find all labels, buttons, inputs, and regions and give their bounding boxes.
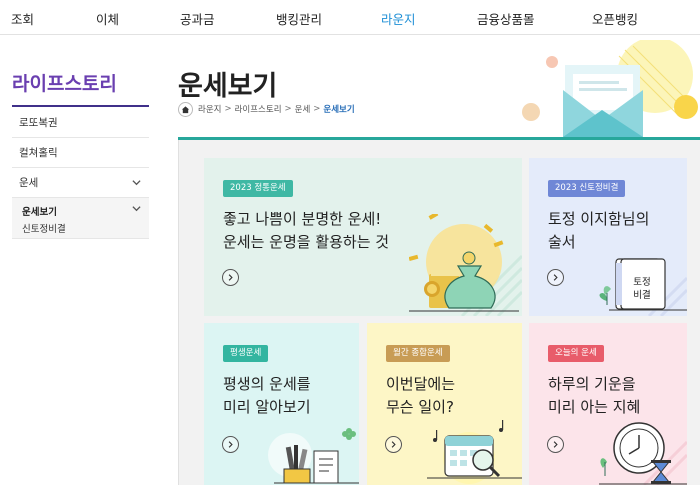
nav-banking-management[interactable]: 뱅킹관리 xyxy=(276,9,322,28)
chevron-right-icon[interactable] xyxy=(222,436,239,453)
chevron-down-icon xyxy=(132,168,141,200)
card-description: 토정 이지함님의 술서 xyxy=(548,210,650,251)
breadcrumb-item[interactable]: 라운지 xyxy=(198,103,221,115)
card-description: 평생의 운세를 미리 알아보기 xyxy=(223,375,311,416)
breadcrumb: 라운지 > 라이프스토리 > 운세 > 운세보기 xyxy=(178,101,355,117)
home-icon[interactable] xyxy=(178,101,193,117)
card-today-fortune[interactable]: 오늘의 운세 하루의 기운을 미리 아는 지혜 xyxy=(529,323,687,485)
card-badge: 평생운세 xyxy=(223,345,269,362)
card-badge: 2023 신토정비결 xyxy=(548,180,626,197)
breadcrumb-separator: > xyxy=(284,104,292,114)
card-new-tojeong[interactable]: 2023 신토정비결 토정 이지함님의 술서 토정 비결 xyxy=(529,158,687,316)
clock-icon xyxy=(599,422,687,485)
envelope-illustration xyxy=(522,40,698,137)
sidebar-title-divider xyxy=(12,105,149,107)
chevron-right-icon[interactable] xyxy=(385,436,402,453)
fortune-card-panel: 2023 정통운세 좋고 나쁨이 분명한 운세! 운세는 운명을 활용하는 것 … xyxy=(178,140,700,485)
sidebar-title: 라이프스토리 xyxy=(12,73,117,95)
chevron-right-icon[interactable] xyxy=(547,436,564,453)
card-description: 하루의 기운을 미리 아는 지혜 xyxy=(548,375,641,416)
card-description: 이번달에는 무슨 일이? xyxy=(386,375,456,416)
card-badge: 월간 종합운세 xyxy=(386,345,450,362)
pencil-cup-icon xyxy=(268,428,359,484)
sidebar-subitem-fortune-view[interactable]: 운세보기 xyxy=(22,204,57,218)
card-badge: 오늘의 운세 xyxy=(548,345,604,362)
nav-utility-bills[interactable]: 공과금 xyxy=(180,9,215,28)
card-badge: 2023 정통운세 xyxy=(223,180,293,197)
sidebar-item-lotto[interactable]: 로또복권 xyxy=(12,108,149,138)
sidebar-submenu: 운세보기 신토정비결 xyxy=(12,198,149,239)
chevron-right-icon[interactable] xyxy=(547,269,564,286)
calendar-icon xyxy=(427,420,522,484)
breadcrumb-current: 운세보기 xyxy=(323,105,355,115)
chevron-right-icon[interactable] xyxy=(222,269,239,286)
sidebar-subitem-new-tojeong[interactable]: 신토정비결 xyxy=(22,221,66,235)
card-description: 좋고 나쁨이 분명한 운세! 운세는 운명을 활용하는 것 xyxy=(223,210,390,251)
breadcrumb-separator: > xyxy=(224,104,232,114)
sidebar-item-culture[interactable]: 컬쳐홀릭 xyxy=(12,138,149,168)
chevron-down-icon xyxy=(132,198,141,217)
sidebar-item-label: 컬쳐홀릭 xyxy=(19,147,58,159)
nav-inquiry[interactable]: 조회 xyxy=(11,9,34,28)
breadcrumb-item[interactable]: 라이프스토리 xyxy=(235,103,282,115)
nav-financial-products[interactable]: 금융상품몰 xyxy=(477,9,535,28)
sidebar-item-label: 로또복권 xyxy=(19,117,58,129)
top-navigation: 조회 이체 공과금 뱅킹관리 라운지 금융상품몰 오픈뱅킹 xyxy=(0,0,700,35)
card-traditional-fortune[interactable]: 2023 정통운세 좋고 나쁨이 분명한 운세! 운세는 운명을 활용하는 것 xyxy=(204,158,522,316)
breadcrumb-separator: > xyxy=(313,104,321,114)
sidebar-item-label: 운세 xyxy=(19,177,39,189)
card-monthly-fortune[interactable]: 월간 종합운세 이번달에는 무슨 일이? xyxy=(367,323,522,485)
page-title: 운세보기 xyxy=(178,71,278,102)
nav-lounge[interactable]: 라운지 xyxy=(381,9,416,28)
book-title: 토정 비결 xyxy=(633,277,651,301)
breadcrumb-item[interactable]: 운세 xyxy=(295,103,311,115)
nav-open-banking[interactable]: 오픈뱅킹 xyxy=(592,9,638,28)
nav-transfer[interactable]: 이체 xyxy=(96,9,119,28)
sidebar: 라이프스토리 로또복권 컬쳐홀릭 운세 운세보기 신토정비결 xyxy=(12,35,149,485)
sidebar-item-fortune[interactable]: 운세 xyxy=(12,168,149,198)
card-lifetime-fortune[interactable]: 평생운세 평생의 운세를 미리 알아보기 xyxy=(204,323,359,485)
money-bag-icon xyxy=(409,214,519,312)
